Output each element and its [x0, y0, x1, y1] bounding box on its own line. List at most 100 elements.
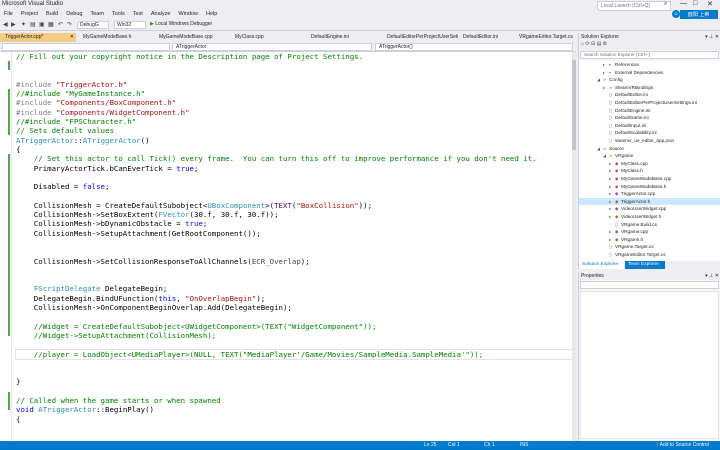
code-line[interactable]: //#include "MyGameInstance.h": [16, 89, 572, 98]
code-editor[interactable]: // Fill out your copyright notice in the…: [0, 52, 572, 441]
code-line[interactable]: //Widget = CreateDefaultSubobject<UWidge…: [16, 322, 572, 331]
document-tab[interactable]: MyClass.cpp: [230, 33, 306, 42]
menu-item-file[interactable]: File: [0, 10, 17, 19]
project-scope-select[interactable]: [2, 43, 170, 51]
user-avatar-icon[interactable]: ☺: [672, 10, 680, 18]
tree-item[interactable]: ▸ ◆ MyGameModeBase.cpp: [579, 175, 720, 183]
menu-item-build[interactable]: Build: [42, 10, 62, 19]
tree-item[interactable]: ▯ DefaultEditor.ini: [579, 91, 720, 99]
code-line[interactable]: {: [16, 415, 572, 424]
collapse-all-icon[interactable]: ⊟: [591, 41, 595, 47]
tree-item[interactable]: ▸ ◆ VideoUserWidget.cpp: [579, 205, 720, 213]
code-line[interactable]: [16, 61, 572, 70]
tree-item[interactable]: ▸ ▪ References: [579, 61, 720, 69]
tree-item[interactable]: ▸ ◆ VideoUserWidget.h: [579, 213, 720, 221]
properties-object-select[interactable]: [580, 281, 719, 289]
menu-item-project[interactable]: Project: [17, 10, 42, 19]
tree-item[interactable]: ▯ DefaultEditorPerProjectUserSettings.ini: [579, 99, 720, 107]
code-line[interactable]: CollisionMesh = CreateDefaultSubobject<U…: [16, 201, 572, 210]
document-tab[interactable]: DefaultEditor.ini: [458, 33, 514, 42]
menu-item-window[interactable]: Window: [174, 10, 202, 19]
code-line[interactable]: // Sets default values: [16, 126, 572, 135]
new-item-icon[interactable]: ✦: [21, 21, 26, 28]
start-debugging-button[interactable]: ▶ Local Windows Debugger: [150, 21, 212, 27]
minimize-button[interactable]: —: [680, 0, 687, 7]
code-line[interactable]: [16, 191, 572, 200]
code-line[interactable]: [16, 266, 572, 275]
code-line[interactable]: CollisionMesh->SetupAttachment(GetRootCo…: [16, 229, 572, 238]
tree-item[interactable]: ▯ VRgame.Target.cs: [579, 243, 720, 251]
platform-select[interactable]: Win32: [114, 21, 146, 29]
code-line[interactable]: //#include "FPSCharacter.h": [16, 117, 572, 126]
open-folder-icon[interactable]: ▤: [30, 21, 36, 28]
configuration-select[interactable]: DebugG: [77, 21, 109, 29]
document-tab[interactable]: VRgameEditor.Target.cs: [514, 33, 574, 42]
code-line[interactable]: CollisionMesh->SetCollisionResponseToAll…: [16, 257, 572, 266]
code-text-area[interactable]: // Fill out your copyright notice in the…: [15, 52, 572, 424]
menu-item-debug[interactable]: Debug: [62, 10, 86, 19]
tree-item[interactable]: ▯ DefaultGame.ini: [579, 114, 720, 122]
code-line[interactable]: [16, 247, 572, 256]
editor-scrollbar-thumb[interactable]: [572, 60, 576, 150]
code-line[interactable]: [16, 71, 572, 80]
tree-item[interactable]: ▯ DefaultEngine.ini: [579, 107, 720, 115]
menu-item-tools[interactable]: Tools: [108, 10, 129, 19]
close-panel-icon[interactable]: ✕: [715, 34, 719, 40]
tree-item[interactable]: ◢ ▰ Config: [579, 76, 720, 84]
add-to-source-control-button[interactable]: ↑ Add to Source Control: [656, 442, 709, 448]
save-all-icon[interactable]: ▦: [48, 21, 54, 28]
menu-item-team[interactable]: Team: [86, 10, 107, 19]
code-line[interactable]: //player = LoadObject<UMediaPlayer>(NULL…: [15, 348, 572, 360]
code-line[interactable]: void ATriggerActor::BeginPlay(): [16, 405, 572, 414]
tree-item[interactable]: ▯ DefaultInput.ini: [579, 122, 720, 130]
panel-menu-icon[interactable]: ▾: [705, 273, 708, 279]
document-tab[interactable]: MyGameModeBase.cpp: [154, 33, 230, 42]
code-line[interactable]: FScriptDelegate DelegateBegin;: [16, 284, 572, 293]
tree-item[interactable]: ▸ ◆ MyGameModeBase.h: [579, 183, 720, 191]
solution-search-input[interactable]: Search Solution Explorer (Ctrl+;): [580, 51, 719, 59]
menu-item-analyze[interactable]: Analyze: [147, 10, 175, 19]
tree-item[interactable]: ▯ steamvr_ue_editor_app.json: [579, 137, 720, 145]
member-scope-select[interactable]: ATriggerActor(): [375, 43, 573, 51]
panel-tab[interactable]: Team Explorer: [625, 261, 665, 269]
tree-item[interactable]: ▸ ▰ SteamVRBindings: [579, 84, 720, 92]
properties-icon[interactable]: ⚙: [603, 41, 607, 47]
back-icon[interactable]: ◀: [3, 21, 8, 28]
document-tab[interactable]: DefaultEngine.ini: [306, 33, 382, 42]
code-line[interactable]: PrimaryActorTick.bCanEverTick = true;: [16, 164, 572, 173]
tree-item[interactable]: ▸ ◆ MyClass.cpp: [579, 160, 720, 168]
code-line[interactable]: {: [16, 145, 572, 154]
tree-item[interactable]: ▯ VRgame.Build.cs: [579, 221, 720, 229]
tree-item[interactable]: ▸ ◆ TriggerActor.h: [579, 197, 720, 206]
tree-item[interactable]: ▯ DefaultScalability.ini: [579, 129, 720, 137]
tree-item[interactable]: ▸ ◆ VRgame.h: [579, 236, 720, 244]
code-line[interactable]: CollisionMesh->SetBoxExtent(FVector(30.f…: [16, 210, 572, 219]
code-line[interactable]: [16, 238, 572, 247]
close-panel-icon[interactable]: ✕: [715, 273, 719, 279]
tree-item[interactable]: ▸ ◆ VRgame.cpp: [579, 228, 720, 236]
undo-icon[interactable]: ↶: [58, 21, 63, 28]
code-line[interactable]: }: [16, 377, 572, 386]
tree-item[interactable]: ▸ ▪ External Dependencies: [579, 69, 720, 77]
code-line[interactable]: #include "TriggerActor.h": [16, 80, 572, 89]
code-line[interactable]: ATriggerActor::ATriggerActor(): [16, 136, 572, 145]
code-line[interactable]: //Widget->SetupAttachment(CollisionMesh)…: [16, 331, 572, 340]
menu-item-help[interactable]: Help: [202, 10, 221, 19]
forward-icon[interactable]: ▶: [11, 21, 16, 28]
tree-item[interactable]: ◢ ▰ VRgame: [579, 152, 720, 160]
code-line[interactable]: // Fill out your copyright notice in the…: [16, 52, 572, 61]
code-line[interactable]: DelegateBegin.BindUFunction(this, "OnOve…: [16, 294, 572, 303]
code-line[interactable]: [16, 275, 572, 284]
code-line[interactable]: Disabled = false;: [16, 182, 572, 191]
tree-item[interactable]: ▸ ◆ TriggerActor.cpp: [579, 190, 720, 198]
code-line[interactable]: [16, 340, 572, 349]
search-icon[interactable]: ⌕: [664, 1, 667, 8]
tree-item[interactable]: ▯ VRgameEditor.Target.cs: [579, 251, 720, 259]
code-line[interactable]: [16, 173, 572, 182]
code-line[interactable]: // Called when the game starts or when s…: [16, 396, 572, 405]
document-tab[interactable]: DefaultEditorPerProjectUserSettings.ini: [382, 33, 458, 42]
editor-scrollbar[interactable]: [572, 52, 576, 441]
menu-item-test[interactable]: Test: [129, 10, 147, 19]
code-line[interactable]: [16, 359, 572, 368]
class-scope-select[interactable]: ATriggerActor: [172, 43, 372, 51]
